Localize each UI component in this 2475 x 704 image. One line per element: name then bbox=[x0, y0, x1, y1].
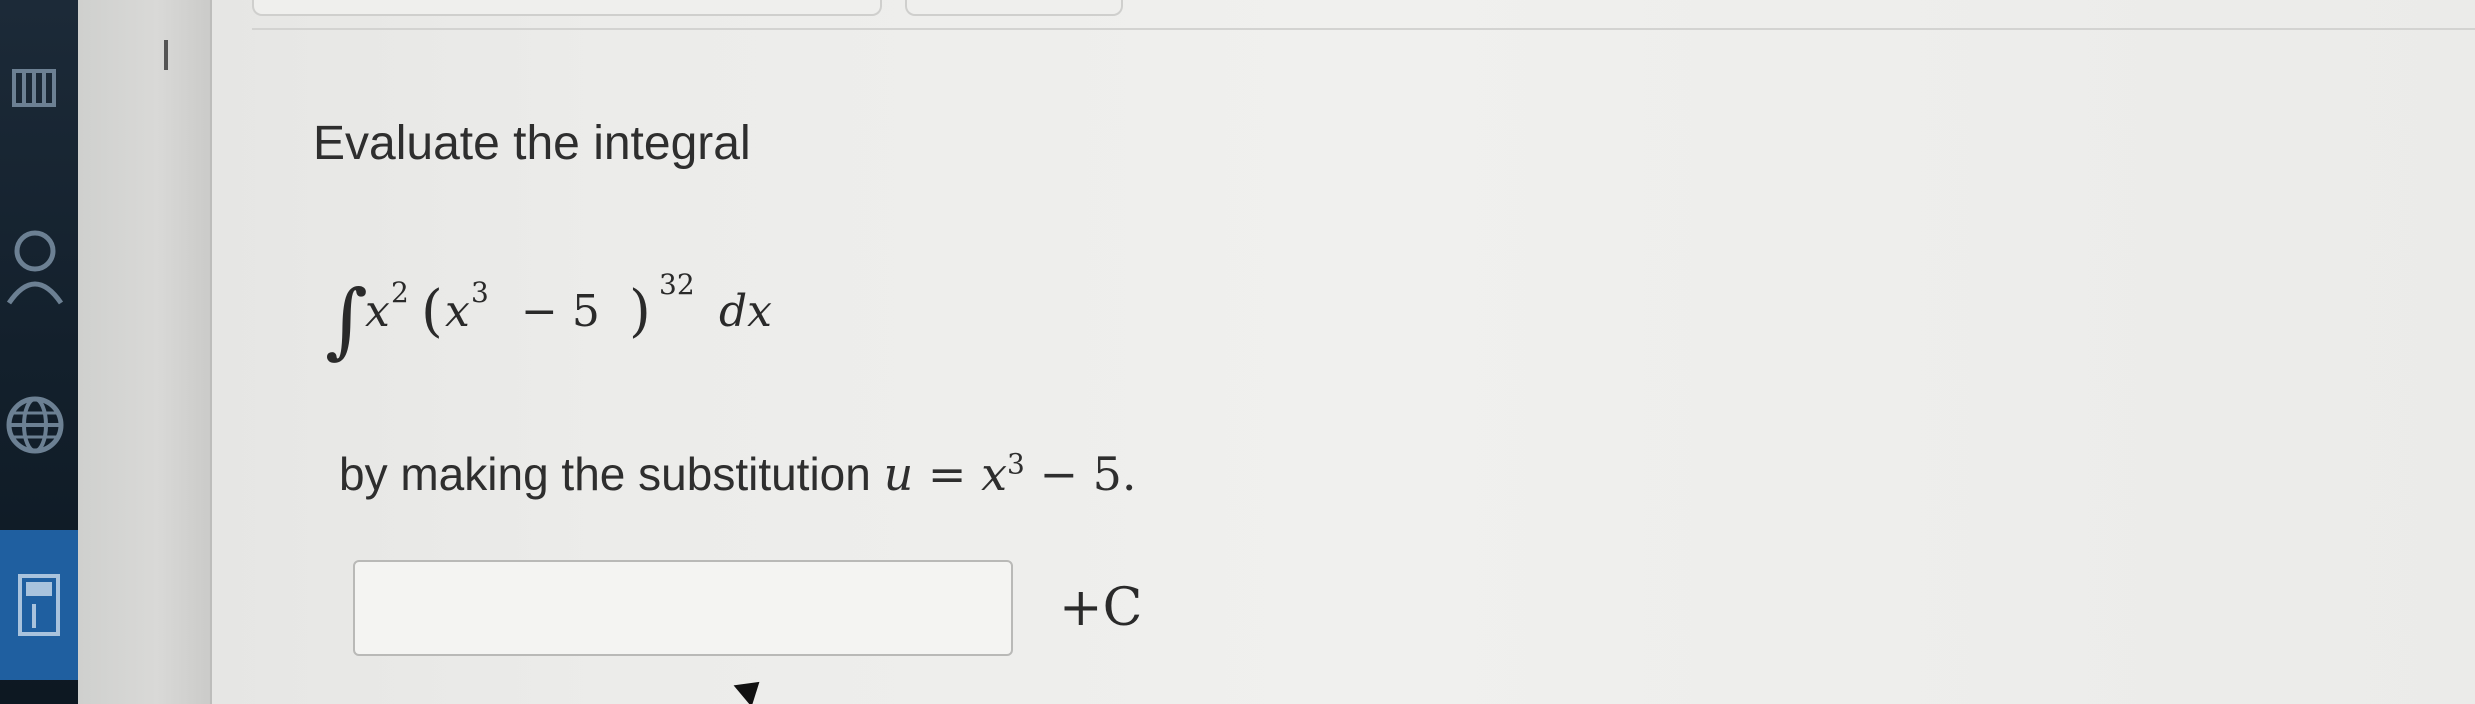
factor-exponent: 2 bbox=[391, 276, 409, 309]
substitution-base: x bbox=[981, 447, 1008, 501]
calculator-icon[interactable] bbox=[0, 530, 78, 680]
close-paren: ) bbox=[629, 279, 651, 344]
constant-term: +C bbox=[1059, 578, 1143, 638]
panel-divider bbox=[164, 40, 168, 70]
differential: dx bbox=[719, 286, 772, 337]
inner-exponent: 3 bbox=[471, 276, 489, 309]
substitution-equals: = bbox=[913, 447, 982, 501]
outer-exponent: 32 bbox=[659, 268, 695, 301]
substitution-rest: − 5. bbox=[1024, 447, 1137, 501]
top-tab-right[interactable] bbox=[905, 0, 1123, 16]
person-icon[interactable] bbox=[0, 220, 70, 310]
inner-rest: − 5 bbox=[521, 286, 600, 337]
pointer-cursor-icon bbox=[733, 671, 769, 704]
integral-expression: ∫ x 2 ( x 3 − 5 ) 32 dx bbox=[325, 268, 772, 368]
substitution-line: by making the substitution u = x3 − 5. bbox=[339, 447, 1137, 501]
book-icon[interactable] bbox=[0, 58, 70, 118]
answer-row: +C bbox=[353, 560, 1142, 656]
inner-base: x bbox=[445, 286, 470, 337]
screen: Evaluate the integral ∫ x 2 ( x 3 − 5 ) … bbox=[0, 0, 2475, 704]
open-paren: ( bbox=[421, 279, 443, 344]
top-tab-left[interactable] bbox=[252, 0, 882, 16]
globe-icon[interactable] bbox=[0, 380, 70, 470]
header-divider bbox=[252, 28, 2475, 30]
question-prompt: Evaluate the integral bbox=[313, 117, 751, 170]
substitution-prefix: by making the substitution bbox=[339, 448, 871, 500]
answer-input[interactable] bbox=[353, 560, 1013, 656]
substitution-exponent: 3 bbox=[1007, 447, 1025, 481]
side-panel bbox=[78, 0, 212, 704]
integral-sign: ∫ bbox=[325, 273, 368, 368]
question-content: Evaluate the integral ∫ x 2 ( x 3 − 5 ) … bbox=[313, 117, 1142, 656]
app-rail bbox=[0, 0, 78, 704]
factor-base: x bbox=[365, 286, 390, 337]
substitution-math: u = x3 − 5. bbox=[884, 447, 1137, 501]
substitution-variable: u bbox=[883, 447, 914, 501]
